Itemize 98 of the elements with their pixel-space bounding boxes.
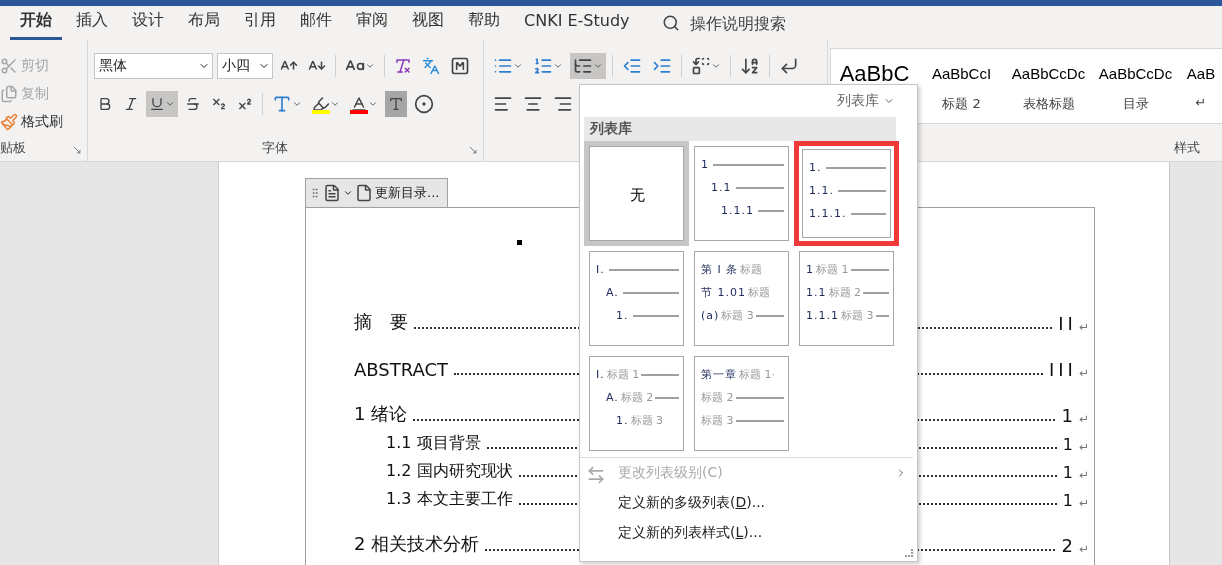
numbered-list-icon (533, 56, 553, 76)
circled-character-icon (414, 94, 434, 114)
toc-entry: 1.3 本文主要工作 (386, 489, 513, 510)
page-number: 1 (1062, 435, 1077, 454)
list-style-option[interactable]: 1. 1.1. 1.1.1. (794, 141, 899, 246)
page-number: III (1049, 359, 1077, 380)
toc-entry: 1.1 项目背景 (386, 433, 481, 454)
page-number: II (1058, 313, 1077, 334)
group-label: 字体 (260, 139, 289, 157)
caret-icon (368, 99, 378, 109)
page-number: 1 (1061, 405, 1077, 426)
tell-me-field[interactable]: 操作说明搜索 (687, 12, 818, 34)
clear-formatting-icon (394, 57, 412, 75)
underline-button[interactable] (146, 91, 178, 117)
underline-icon (149, 96, 165, 112)
launcher-icon[interactable] (468, 145, 478, 155)
group-label: 贴板 (0, 139, 27, 157)
caret-icon (365, 61, 375, 71)
sort-icon (740, 56, 760, 76)
paragraph-mark: ↵ (1078, 440, 1089, 454)
increase-indent-icon (652, 56, 672, 76)
ribbon-tab[interactable]: 视图 (402, 6, 454, 40)
list-library-filter[interactable]: 列表库 (584, 89, 913, 113)
paintbrush-icon (0, 113, 18, 131)
paragraph-mark: ↵ (1078, 320, 1089, 334)
caret-icon (330, 99, 340, 109)
caret-icon (593, 61, 603, 71)
align-right-icon (553, 94, 573, 114)
font-color-icon (350, 94, 368, 113)
highlighter-icon (312, 94, 330, 113)
caret-icon (165, 99, 175, 109)
strikethrough-icon (185, 96, 201, 112)
boxed-letter-icon (450, 56, 470, 76)
caret-icon (553, 61, 563, 71)
page-icon (355, 184, 373, 202)
menu-item[interactable]: 定义新的列表样式(L)... (584, 518, 913, 548)
style-option[interactable]: AaBbCcDc 目录 (1092, 49, 1179, 123)
style-option[interactable]: AaB ↵ (1179, 49, 1222, 123)
align-center-icon (523, 94, 543, 114)
superscript-icon (237, 96, 253, 112)
document-icon[interactable] (323, 184, 341, 202)
ribbon-tab[interactable]: 帮助 (458, 6, 510, 40)
ribbon-tab[interactable]: 插入 (66, 6, 118, 40)
caret-icon (711, 61, 721, 71)
align-left-icon (493, 94, 513, 114)
anchor-mark (517, 240, 522, 245)
scissors-icon (0, 57, 18, 75)
change-level-icon (586, 465, 606, 485)
paragraph-mark-icon (779, 56, 799, 76)
asian-layout-icon (691, 56, 711, 76)
ribbon-tab[interactable]: 引用 (234, 6, 286, 40)
copy-icon (0, 85, 18, 103)
paragraph-mark: ↵ (1078, 542, 1089, 556)
group-label: 样式 (1173, 139, 1200, 157)
ribbon-tab[interactable]: 设计 (122, 6, 174, 40)
subscript-icon (211, 96, 227, 112)
toc-entry: 1 绪论 (354, 402, 408, 426)
shaded-letter-icon (388, 96, 404, 112)
caret-icon (513, 61, 523, 71)
caret-icon (292, 99, 302, 109)
paragraph-mark: ↵ (1078, 468, 1089, 482)
ribbon-tab[interactable]: CNKI E-Study (514, 7, 640, 39)
caret-icon (343, 188, 353, 198)
bold-icon (97, 96, 113, 112)
toc-entry: ABSTRACT (354, 359, 449, 380)
phonetic-guide-icon (422, 57, 440, 75)
ribbon-tab[interactable]: 邮件 (290, 6, 342, 40)
page-number: 2 (1061, 535, 1077, 556)
ribbon-tab[interactable]: 布局 (178, 6, 230, 40)
page-number: 1 (1062, 491, 1077, 510)
paragraph-mark: ↵ (1078, 412, 1089, 426)
style-option[interactable]: AaBbCcDc 表格标题 (1005, 49, 1092, 123)
decrease-indent-icon (622, 56, 642, 76)
text-effects-icon (272, 94, 292, 114)
toc-entry: 1.2 国内研究现状 (386, 461, 513, 482)
resize-grip (905, 549, 913, 557)
bullet-list-icon (493, 56, 513, 76)
ribbon-tab[interactable]: 审阅 (346, 6, 398, 40)
italic-icon (123, 96, 139, 112)
paragraph-mark: ↵ (1078, 366, 1089, 380)
page-number: 1 (1062, 463, 1077, 482)
grip-icon (309, 187, 321, 199)
style-option[interactable]: AaBbCcI 标题 2 (918, 49, 1005, 123)
multilevel-list-icon (573, 56, 593, 76)
toc-entry: 摘 要 (354, 310, 408, 334)
font-name-select[interactable]: 黑体 (94, 53, 213, 79)
launcher-icon[interactable] (72, 145, 82, 155)
menu-item[interactable]: 定义新的多级列表(D)... (584, 488, 913, 518)
font-size-select[interactable]: 小四 (217, 53, 273, 79)
character-shading-button[interactable] (385, 91, 407, 117)
section-header: 列表库 (584, 117, 896, 141)
toc-entry: 2 相关技术分析 (354, 532, 480, 556)
clipboard-button[interactable]: 格式刷 (0, 108, 81, 136)
update-toc-button[interactable]: 更新目录... (375, 184, 440, 202)
paragraph-mark: ↵ (1078, 496, 1089, 510)
search-icon (661, 14, 680, 32)
list-style-option[interactable]: 无 (584, 141, 689, 246)
multilevel-list-button[interactable] (570, 53, 606, 79)
